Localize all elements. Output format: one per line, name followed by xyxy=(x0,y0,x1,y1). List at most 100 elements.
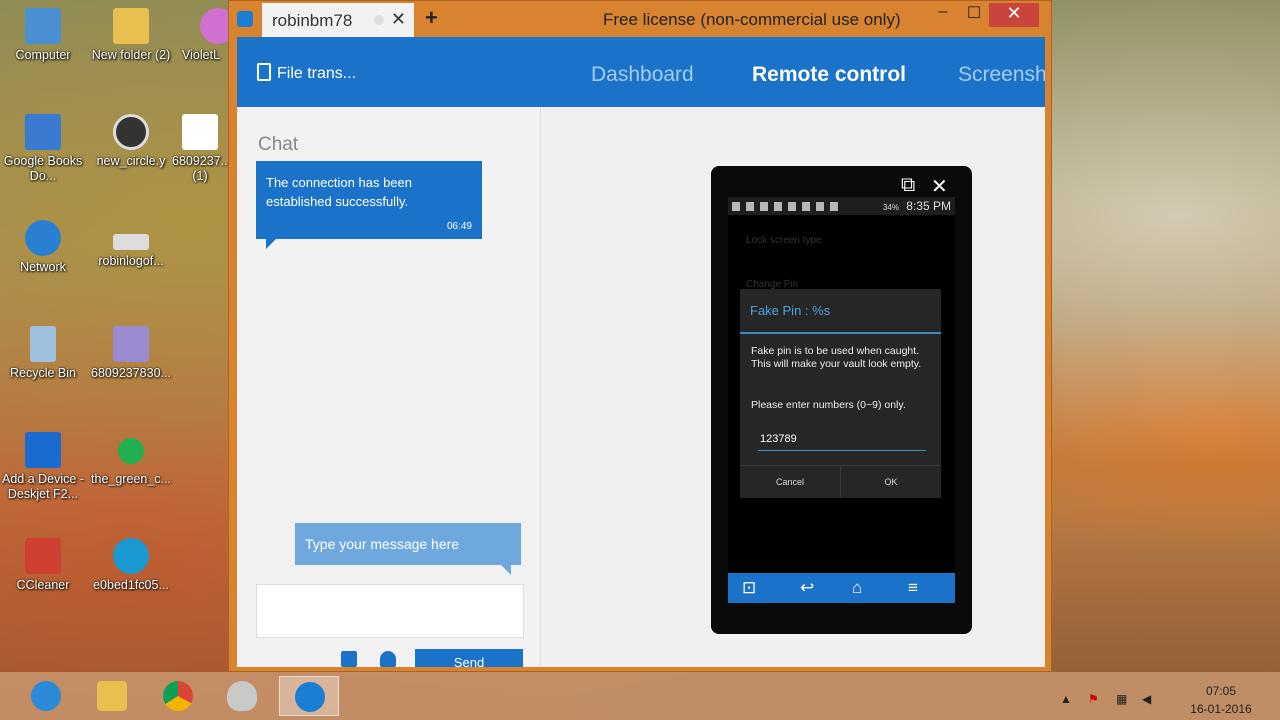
teamviewer-logo-icon xyxy=(237,11,253,27)
file-transfer-button[interactable]: File trans... xyxy=(257,63,356,83)
clock-date: 16-01-2016 xyxy=(1190,702,1252,716)
desktop-icon-label: CCleaner xyxy=(16,578,70,592)
teamviewer-window: robinbm78 ✕ + Free license (non-commerci… xyxy=(228,0,1052,672)
desktop-icon-ccleaner[interactable]: CCleaner xyxy=(0,538,86,593)
phone-status-bar: 34% 8:35 PM xyxy=(728,197,955,215)
registered-icon xyxy=(113,114,149,150)
desktop-icon-blue-circle[interactable]: e0bed1fc05... xyxy=(88,538,174,593)
desktop-icon-robinlogo[interactable]: robinlogof... xyxy=(88,220,174,269)
taskbar-teamviewer[interactable] xyxy=(279,676,339,716)
desktop-icon-recycle-bin[interactable]: Recycle Bin xyxy=(0,326,86,381)
screenshot-share-icon[interactable] xyxy=(341,651,357,667)
dialog-divider xyxy=(740,332,941,334)
network-status-icon[interactable]: ▦ xyxy=(1116,692,1130,706)
chrome-icon xyxy=(163,681,193,711)
desktop-icon-label: VioletL xyxy=(182,48,220,62)
taskbar: ▲ ⚑ ▦ ◀ 07:05 16-01-2016 xyxy=(0,672,1280,720)
minimize-button[interactable]: – xyxy=(931,3,955,27)
back-icon[interactable]: ↩ xyxy=(800,578,814,598)
desktop-icon-green-circle[interactable]: the_green_c... xyxy=(88,432,174,487)
logo-file-icon xyxy=(113,234,149,250)
desktop-icon-label: robinlogof... xyxy=(98,254,164,268)
battery-level: 34% xyxy=(882,203,899,212)
tab-remote-control[interactable]: Remote control xyxy=(752,63,906,87)
fake-pin-dialog: Fake Pin : %s Fake pin is to be used whe… xyxy=(740,289,941,498)
desktop-icon-label: new_circle.y xyxy=(96,154,166,168)
desktop-icon-image-1[interactable]: 6809237... (1) xyxy=(172,114,228,184)
external-link-icon[interactable]: ⧉ xyxy=(901,174,915,197)
computer-icon xyxy=(25,8,61,44)
taskbar-chrome[interactable] xyxy=(154,676,202,716)
session-tab-label: robinbm78 xyxy=(272,11,353,30)
desktop-icon-google-books[interactable]: Google Books Do... xyxy=(0,114,86,184)
pin-input[interactable]: 123789 xyxy=(758,433,926,451)
desktop-icon-label: 6809237... (1) xyxy=(172,154,228,183)
cancel-button[interactable]: Cancel xyxy=(740,477,840,487)
desktop-icon-label: the_green_c... xyxy=(91,472,171,486)
send-button[interactable]: Send xyxy=(415,649,523,667)
desktop-icon-label: 6809237830... xyxy=(91,366,171,380)
chat-message-bubble: The connection has been established succ… xyxy=(256,161,482,249)
notification-bell-icon[interactable] xyxy=(380,651,396,667)
close-icon[interactable]: ✕ xyxy=(931,174,948,199)
menu-icon[interactable]: ≡ xyxy=(908,578,918,598)
phone-time: 8:35 PM xyxy=(906,199,951,213)
chat-title: Chat xyxy=(258,134,299,155)
dialog-title: Fake Pin : %s xyxy=(750,303,831,318)
taskbar-file-explorer[interactable] xyxy=(88,676,136,716)
volume-icon[interactable]: ◀ xyxy=(1142,692,1156,706)
desktop-icon-label: e0bed1fc05... xyxy=(93,578,169,592)
remote-control-pane: ⧉ ✕ 34% 8:35 PM Lock screen type Change … xyxy=(542,107,1045,667)
connection-status-icon xyxy=(374,15,384,25)
desktop-icon-label: Google Books Do... xyxy=(3,154,83,183)
title-bar[interactable]: robinbm78 ✕ + Free license (non-commerci… xyxy=(229,1,1051,37)
desktop-icon-new-circle[interactable]: new_circle.y xyxy=(88,114,174,169)
image-file-icon xyxy=(113,326,149,362)
desktop-icon-label: New folder (2) xyxy=(91,48,171,62)
network-icon xyxy=(25,220,61,256)
internet-explorer-icon xyxy=(31,681,61,711)
phone-frame: ⧉ ✕ 34% 8:35 PM Lock screen type Change … xyxy=(711,166,972,634)
tab-screenshot[interactable]: Screensh xyxy=(958,63,1045,87)
blue-circle-icon xyxy=(113,538,149,574)
green-circle-icon xyxy=(118,438,144,464)
desktop-icon-label: Add a Device - Deskjet F2... xyxy=(2,472,84,501)
desktop-icon-network[interactable]: Network xyxy=(0,220,86,275)
desktop-icon-new-folder[interactable]: New folder (2) xyxy=(88,8,174,63)
chat-message-time: 06:49 xyxy=(446,221,472,232)
system-clock[interactable]: 07:05 16-01-2016 xyxy=(1176,682,1266,718)
action-center-flag-icon[interactable]: ⚑ xyxy=(1088,692,1102,706)
close-button[interactable]: ✕ xyxy=(989,3,1039,27)
file-transfer-icon xyxy=(257,63,271,81)
show-hidden-icons-icon[interactable]: ▲ xyxy=(1060,692,1074,706)
desktop-icon-image-2[interactable]: 6809237830... xyxy=(88,326,174,381)
ok-button[interactable]: OK xyxy=(841,477,941,487)
dialog-hint: Please enter numbers (0~9) only. xyxy=(751,399,906,411)
new-tab-button[interactable]: + xyxy=(425,5,438,31)
toolbar: File trans... Dashboard Remote control S… xyxy=(237,37,1045,107)
file-transfer-label: File trans... xyxy=(277,65,357,82)
session-tab[interactable]: robinbm78 ✕ xyxy=(262,3,414,37)
tab-close-icon[interactable]: ✕ xyxy=(391,9,406,30)
message-hint: Type your message here xyxy=(295,523,521,575)
maximize-button[interactable]: ☐ xyxy=(962,3,986,27)
teamviewer-quick-icon[interactable]: ⊡ xyxy=(742,578,756,598)
chat-message-text: The connection has been established succ… xyxy=(266,175,412,209)
phone-screen[interactable]: 34% 8:35 PM Lock screen type Change Pin … xyxy=(728,197,955,603)
books-icon xyxy=(25,114,61,150)
main-content: Chat The connection has been established… xyxy=(237,107,1045,667)
desktop-icon-label: Computer xyxy=(15,48,71,62)
desktop-icon-violet[interactable]: VioletL xyxy=(172,8,228,63)
clock-time: 07:05 xyxy=(1205,684,1237,698)
home-icon[interactable]: ⌂ xyxy=(852,578,862,598)
taskbar-paint[interactable] xyxy=(218,676,266,716)
taskbar-internet-explorer[interactable] xyxy=(22,676,70,716)
desktop-icon-label: Recycle Bin xyxy=(10,366,76,380)
desktop-icon-computer[interactable]: Computer xyxy=(0,8,86,63)
desktop-icon-hp-device[interactable]: Add a Device - Deskjet F2... xyxy=(0,432,86,502)
ccleaner-icon xyxy=(25,538,61,574)
message-input[interactable] xyxy=(256,584,524,638)
tab-dashboard[interactable]: Dashboard xyxy=(591,63,694,87)
phone-nav-bar: ⊡ ↩ ⌂ ≡ xyxy=(728,573,955,603)
recycle-bin-icon xyxy=(30,326,56,362)
